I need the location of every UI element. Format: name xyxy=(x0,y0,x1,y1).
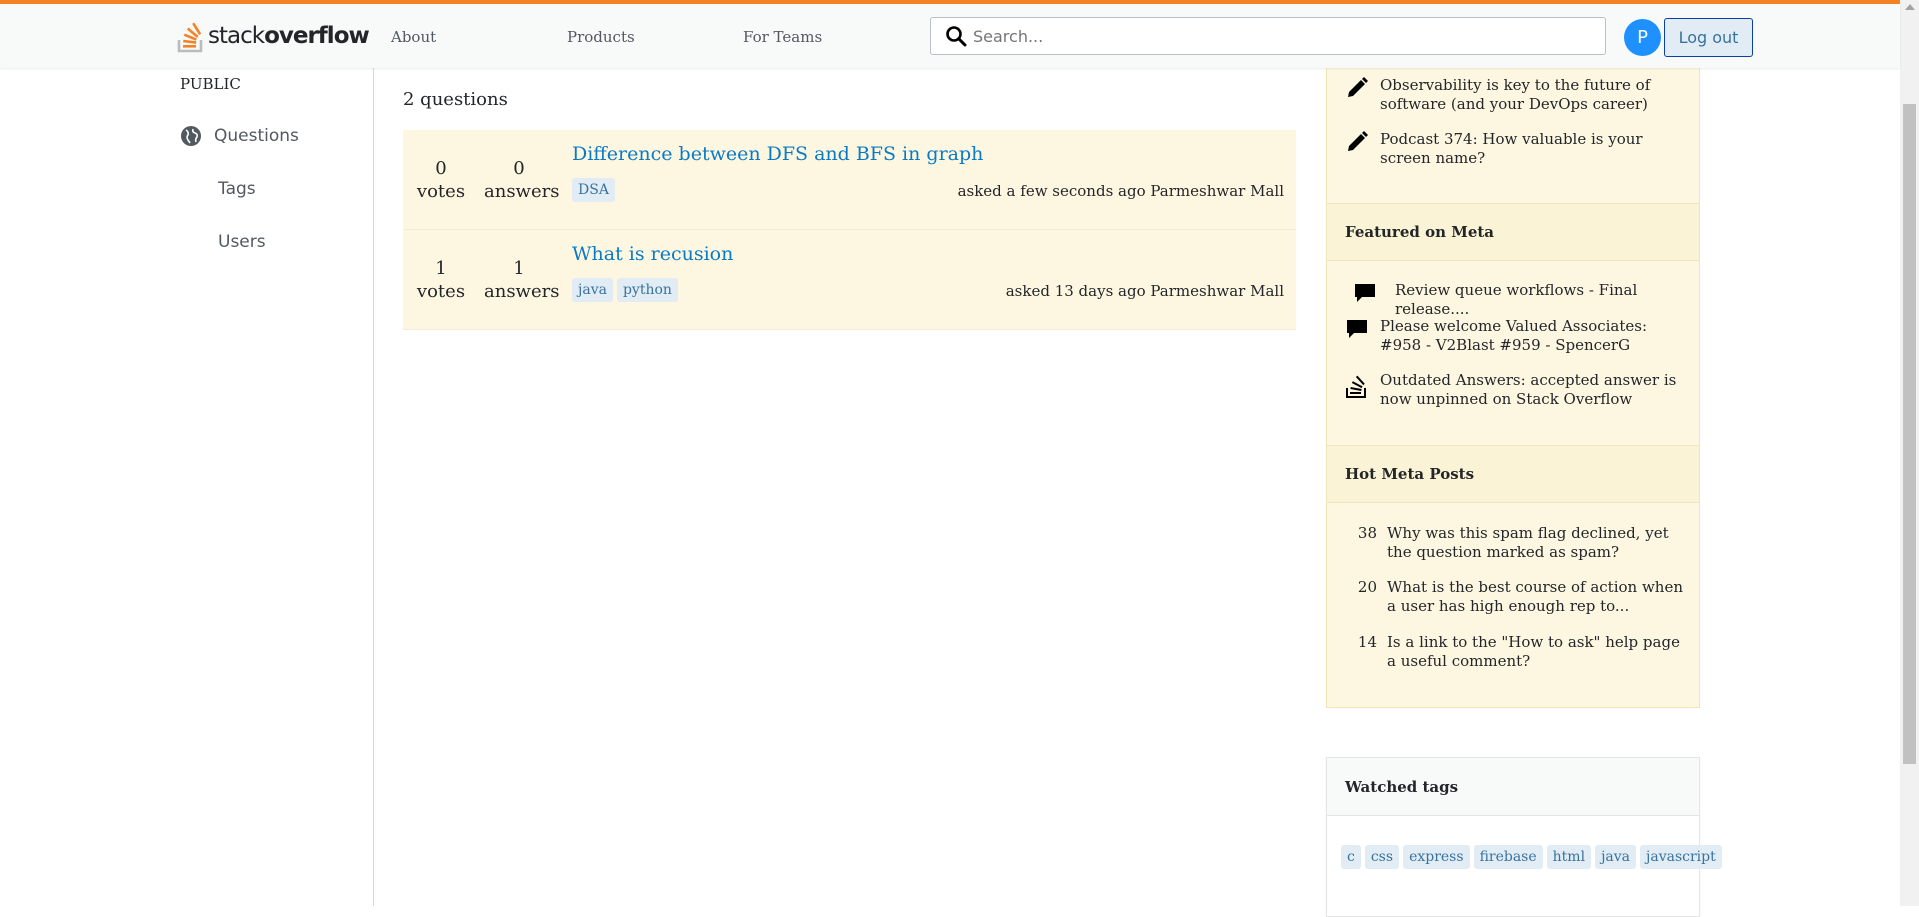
blog-item-text: Observability is key to the future of so… xyxy=(1380,76,1651,113)
watched-tags-widget: Watched tags c css express firebase html… xyxy=(1326,757,1722,917)
watched-tag[interactable]: java xyxy=(1595,845,1637,869)
sidebar-section-public: PUBLIC xyxy=(180,75,241,93)
globe-icon xyxy=(181,126,201,146)
logout-button[interactable]: Log out xyxy=(1664,18,1753,57)
hot-meta-count: 38 xyxy=(1357,524,1377,542)
vote-count: 1 votes xyxy=(406,257,476,303)
question-row: 0 votes 0 answers Difference between DFS… xyxy=(403,130,1296,230)
featured-meta-header: Featured on Meta xyxy=(1327,203,1699,261)
question-tags: DSA xyxy=(572,178,615,202)
featured-meta-text: Outdated Answers: accepted answer is now… xyxy=(1380,371,1677,408)
hot-meta-text: Is a link to the "How to ask" help page … xyxy=(1387,633,1680,670)
vote-number: 1 xyxy=(435,258,447,279)
watched-tag[interactable]: firebase xyxy=(1473,845,1543,869)
watched-tag[interactable]: javascript xyxy=(1640,845,1722,869)
hot-meta-count: 14 xyxy=(1357,633,1377,651)
hot-meta-text: What is the best course of action when a… xyxy=(1387,578,1684,615)
stack-exchange-icon xyxy=(1346,375,1366,398)
sidebar-item-users[interactable]: Users xyxy=(218,232,266,252)
asked-info: asked a few seconds ago Parmeshwar Mall xyxy=(957,182,1284,200)
logo-word-overflow: overflow xyxy=(264,23,370,49)
sidebar-item-questions[interactable]: Questions xyxy=(180,125,299,147)
watched-tag[interactable]: html xyxy=(1546,845,1592,869)
question-title-link[interactable]: What is recusion xyxy=(572,243,733,265)
watched-tag[interactable]: express xyxy=(1403,845,1470,869)
asked-info: asked 13 days ago Parmeshwar Mall xyxy=(1005,282,1284,300)
pencil-icon xyxy=(1348,131,1368,151)
sidebar-item-tags[interactable]: Tags xyxy=(218,179,256,199)
tag-dsa[interactable]: DSA xyxy=(572,178,615,202)
nav-products-link[interactable]: Products xyxy=(567,28,635,46)
vote-count: 0 votes xyxy=(406,157,476,203)
user-avatar[interactable]: P xyxy=(1624,19,1661,56)
watched-tag[interactable]: css xyxy=(1364,845,1400,869)
featured-meta-text: Review queue workflows - Final release..… xyxy=(1395,281,1638,318)
sidebar-widget-meta: Observability is key to the future of so… xyxy=(1326,40,1700,708)
scroll-up-arrow-icon[interactable] xyxy=(1905,4,1915,10)
top-header: stackoverflow About Products For Teams P… xyxy=(0,4,1900,68)
nav-for-teams-link[interactable]: For Teams xyxy=(743,28,822,46)
vote-label: votes xyxy=(416,281,466,302)
answer-label: answers xyxy=(484,181,560,202)
question-list: 0 votes 0 answers Difference between DFS… xyxy=(403,130,1296,330)
watched-tags-list: c css express firebase html java javascr… xyxy=(1341,845,1722,869)
answer-number: 1 xyxy=(513,258,525,279)
question-tags: java python xyxy=(572,278,678,302)
sidebar-item-label: Questions xyxy=(214,126,299,146)
scrollbar-thumb[interactable] xyxy=(1903,104,1916,764)
hot-meta-count: 20 xyxy=(1357,578,1377,596)
tag-java[interactable]: java xyxy=(572,278,613,302)
hot-meta-text: Why was this spam flag declined, yet the… xyxy=(1387,524,1669,561)
question-count: 2 questions xyxy=(403,89,508,110)
search-icon xyxy=(946,26,967,47)
search-box[interactable] xyxy=(930,17,1606,55)
question-title-link[interactable]: Difference between DFS and BFS in graph xyxy=(572,143,983,165)
watched-tag[interactable]: c xyxy=(1341,845,1361,869)
sidebar-divider xyxy=(373,68,374,906)
vote-number: 0 xyxy=(435,158,447,179)
nav-about-link[interactable]: About xyxy=(391,28,436,46)
answer-number: 0 xyxy=(513,158,525,179)
vote-label: votes xyxy=(416,181,466,202)
answer-count: 1 answers xyxy=(484,257,560,303)
hot-meta-header: Hot Meta Posts xyxy=(1327,445,1699,503)
logo-word-stack: stack xyxy=(208,23,265,49)
answer-label: answers xyxy=(484,281,560,302)
pencil-icon xyxy=(1348,77,1368,97)
blog-item-text: Podcast 374: How valuable is your screen… xyxy=(1380,130,1643,167)
question-row: 1 votes 1 answers What is recusion java … xyxy=(403,230,1296,330)
answer-count: 0 answers xyxy=(484,157,560,203)
chat-bubble-icon xyxy=(1347,320,1367,338)
tag-python[interactable]: python xyxy=(616,278,678,302)
logo-wordmark: stackoverflow xyxy=(208,23,370,49)
stackoverflow-logo[interactable]: stackoverflow xyxy=(176,14,370,58)
chat-bubble-icon xyxy=(1355,284,1375,302)
search-input[interactable] xyxy=(971,25,1575,47)
stackoverflow-logo-icon xyxy=(177,22,203,53)
featured-meta-text: Please welcome Valued Associates: #958 -… xyxy=(1380,317,1648,354)
watched-tags-header: Watched tags xyxy=(1327,758,1699,816)
